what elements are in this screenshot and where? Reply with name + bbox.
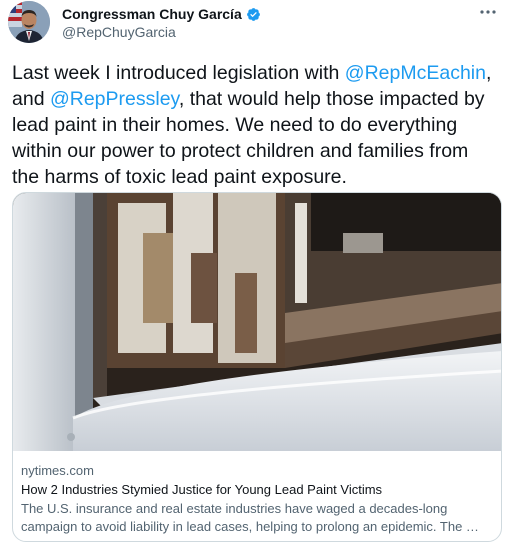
tweet-text-segment: Last week I introduced legislation with: [12, 62, 345, 84]
author-handle[interactable]: @RepChuyGarcia: [62, 24, 176, 40]
card-meta: nytimes.com How 2 Industries Stymied Jus…: [13, 451, 501, 536]
tweet-text: Last week I introduced legislation with …: [12, 60, 500, 190]
card-title[interactable]: How 2 Industries Stymied Justice for You…: [21, 480, 493, 499]
avatar-photo: [8, 1, 50, 43]
card-description: The U.S. insurance and real estate indus…: [21, 501, 479, 534]
author-display-name[interactable]: Congressman Chuy García: [62, 6, 242, 22]
author-name-row: Congressman Chuy García: [62, 6, 261, 22]
card-domain: nytimes.com: [21, 463, 94, 478]
more-horizontal-icon[interactable]: [478, 2, 498, 22]
verified-badge-icon: [246, 7, 261, 22]
avatar[interactable]: [8, 1, 50, 43]
tweet: Congressman Chuy García @RepChuyGarcia L…: [0, 0, 510, 550]
link-preview-card[interactable]: nytimes.com How 2 Industries Stymied Jus…: [12, 192, 502, 542]
mention-link[interactable]: @RepMcEachin: [345, 62, 486, 84]
article-image: [13, 193, 501, 451]
mention-link[interactable]: @RepPressley: [50, 88, 179, 110]
